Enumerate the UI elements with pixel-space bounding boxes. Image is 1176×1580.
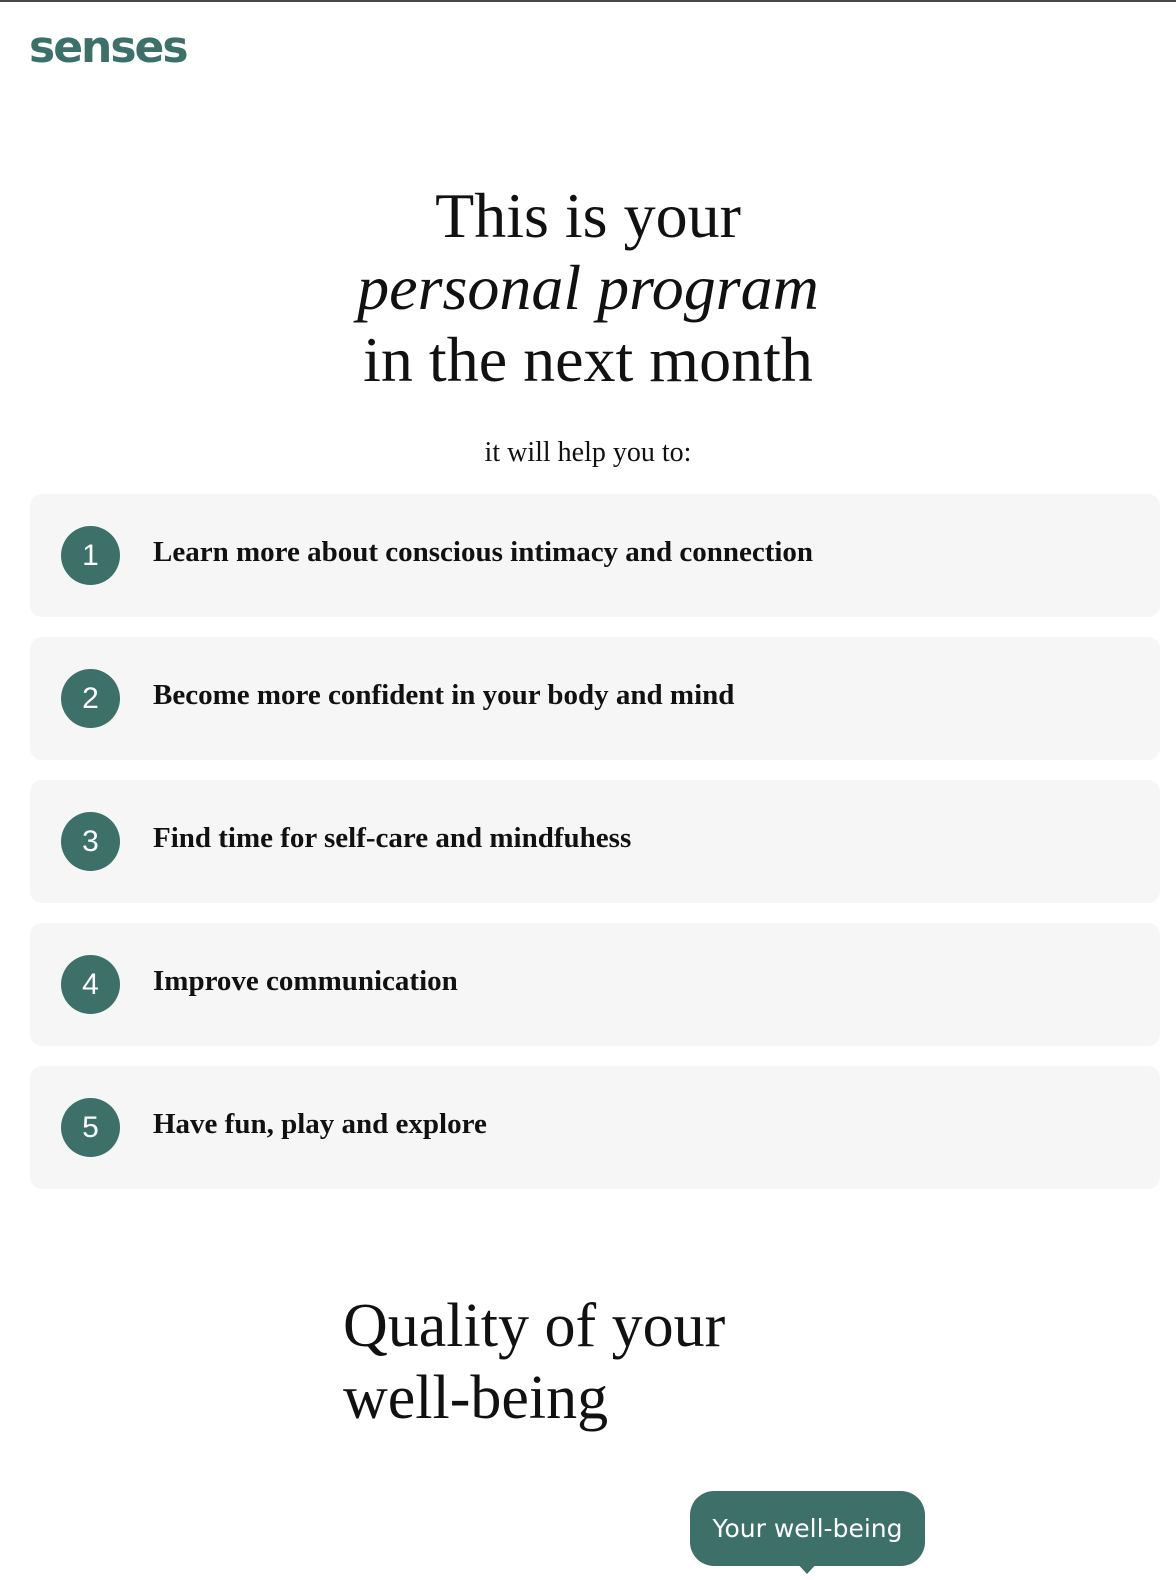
goal-card: 4 Improve communication xyxy=(30,923,1160,1046)
goal-text: Improve communication xyxy=(153,965,458,997)
hero-title-line-1: This is your xyxy=(435,180,741,251)
wellbeing-title-line-1: Quality of your xyxy=(343,1292,726,1360)
top-border xyxy=(0,0,1176,2)
your-wellbeing-tooltip: Your well-being xyxy=(690,1491,925,1566)
goal-list: 1 Learn more about conscious intimacy an… xyxy=(30,494,1160,1209)
goal-text: Learn more about conscious intimacy and … xyxy=(153,536,814,568)
goal-card: 2 Become more confident in your body and… xyxy=(30,637,1160,760)
wellbeing-title-line-2: well-being xyxy=(343,1364,609,1432)
goal-card: 1 Learn more about conscious intimacy an… xyxy=(30,494,1160,617)
goal-card: 5 Have fun, play and explore xyxy=(30,1066,1160,1189)
goal-text: Find time for self-care and mindfuhess xyxy=(153,822,632,854)
goal-number-badge: 4 xyxy=(61,955,120,1014)
hero-title: This is your personal program in the nex… xyxy=(0,180,1176,396)
goal-card: 3 Find time for self-care and mindfuhess xyxy=(30,780,1160,903)
goal-text: Become more confident in your body and m… xyxy=(153,679,735,711)
goal-number-badge: 1 xyxy=(61,526,120,585)
goal-number-badge: 3 xyxy=(61,812,120,871)
senses-logo[interactable]: senses xyxy=(29,26,189,70)
wellbeing-section-title: Quality of your well-being xyxy=(343,1290,725,1434)
goal-text: Have fun, play and explore xyxy=(153,1108,487,1140)
goal-number-badge: 2 xyxy=(61,669,120,728)
hero-subtitle: it will help you to: xyxy=(484,437,692,468)
goal-number-badge: 5 xyxy=(61,1098,120,1157)
hero-title-line-3: in the next month xyxy=(363,324,813,395)
tooltip-arrow xyxy=(794,1560,820,1574)
hero-title-line-2: personal program xyxy=(357,252,819,323)
